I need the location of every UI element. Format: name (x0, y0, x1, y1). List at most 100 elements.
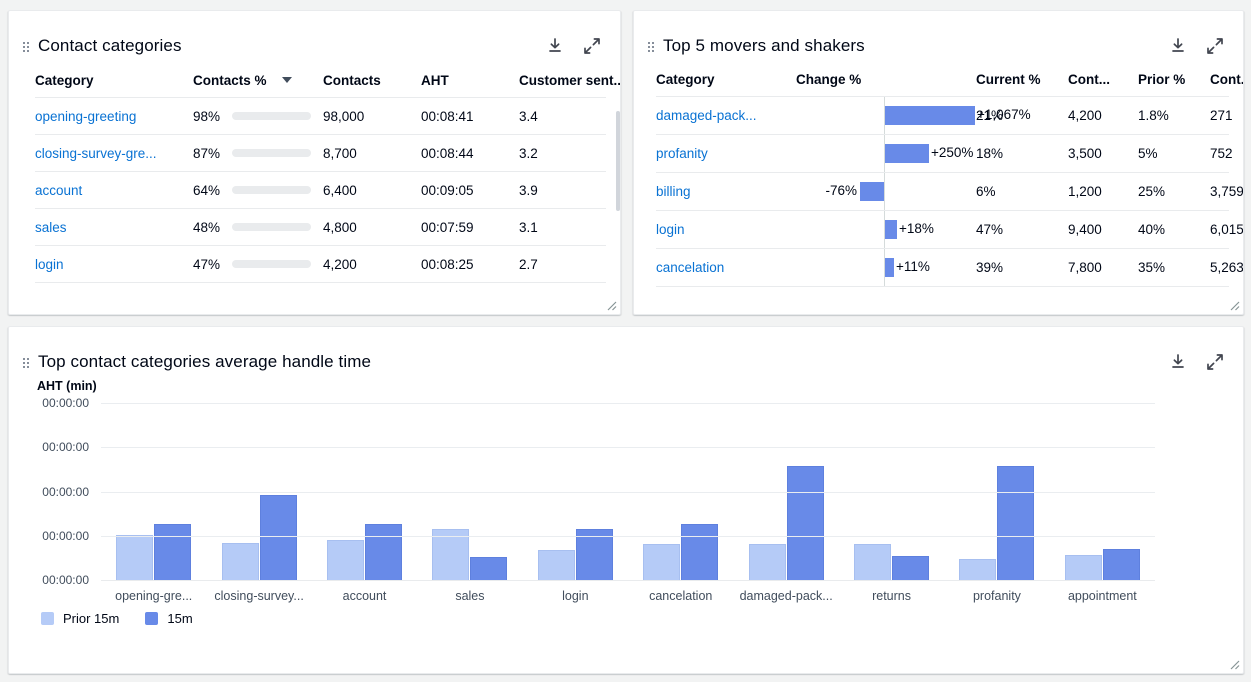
page-title: Top contact categories average handle ti… (38, 352, 371, 372)
cell-prior-pct: 5% (1138, 135, 1210, 173)
category-link[interactable]: damaged-pack... (656, 108, 757, 123)
cell-category: sales (35, 209, 193, 246)
x-axis-tick-label: appointment (1050, 589, 1155, 603)
category-link[interactable]: account (35, 183, 82, 198)
category-link[interactable]: login (35, 257, 64, 272)
contacts-pct-bar (232, 260, 311, 268)
x-axis-tick-label: account (312, 589, 417, 603)
category-link[interactable]: billing (656, 184, 691, 199)
column-header-customer-sentiment[interactable]: Customer sent... (519, 63, 606, 98)
contacts-pct-bar (232, 223, 311, 231)
column-header-contacts[interactable]: Contacts (323, 63, 421, 98)
cell-category: opening-greeting (35, 98, 193, 135)
column-header-category[interactable]: Category (35, 63, 193, 98)
chart-bar[interactable] (260, 495, 297, 581)
contact-categories-table-wrap: Category Contacts % Contacts AHT Custome… (9, 63, 620, 283)
change-bar (885, 106, 975, 125)
chart-bar[interactable] (1103, 549, 1140, 581)
category-link[interactable]: closing-survey-gre... (35, 146, 157, 161)
expand-icon[interactable] (1205, 36, 1225, 56)
legend-label: Prior 15m (63, 611, 119, 626)
chart-bar[interactable] (222, 543, 259, 581)
expand-icon[interactable] (1205, 352, 1225, 372)
panel-header: Contact categories (9, 11, 620, 63)
contacts-pct-value: 47% (193, 257, 223, 272)
sort-descending-icon[interactable] (282, 72, 292, 87)
x-axis-tick-labels: opening-gre...closing-survey...accountsa… (101, 589, 1155, 603)
panel-contact-categories: Contact categories (8, 10, 621, 315)
column-header-contacts-pct[interactable]: Contacts % (193, 63, 323, 98)
category-link[interactable]: sales (35, 220, 67, 235)
download-icon[interactable] (545, 36, 565, 56)
drag-handle-icon[interactable] (23, 358, 29, 368)
cell-prior-pct: 40% (1138, 211, 1210, 249)
download-icon[interactable] (1168, 352, 1188, 372)
category-link[interactable]: login (656, 222, 685, 237)
chart-bar[interactable] (681, 524, 718, 581)
drag-handle-icon[interactable] (648, 42, 654, 52)
chart-bar[interactable] (787, 466, 824, 581)
y-axis-tick-label: 00:00:00 (42, 573, 89, 587)
category-link[interactable]: profanity (656, 146, 708, 161)
legend-swatch (41, 612, 54, 625)
category-link[interactable]: cancelation (656, 260, 724, 275)
panel-header-actions (545, 36, 602, 56)
chart-bar[interactable] (116, 535, 153, 581)
panel-resize-grip[interactable] (603, 297, 617, 311)
cell-prior-pct: 25% (1138, 173, 1210, 211)
category-link[interactable]: opening-greeting (35, 109, 136, 124)
cell-category: login (656, 211, 796, 249)
panel-resize-grip[interactable] (1226, 297, 1240, 311)
page-title: Contact categories (38, 36, 182, 56)
chart-bar[interactable] (959, 559, 996, 581)
aht-chart: AHT (min) 00:00:0000:00:0000:00:0000:00:… (9, 379, 1243, 626)
gridline (101, 492, 1155, 493)
cell-contacts: 98,000 (323, 98, 421, 135)
chart-bar[interactable] (749, 544, 786, 581)
table-scrollbar[interactable] (616, 111, 620, 211)
column-header-contacts-current[interactable]: Cont... (1068, 63, 1138, 97)
x-axis-tick-label: cancelation (628, 589, 733, 603)
cell-category: login (35, 246, 193, 283)
cell-aht: 00:08:25 (421, 246, 519, 283)
chart-legend: Prior 15m 15m (41, 611, 1225, 626)
chart-bar[interactable] (538, 550, 575, 581)
chart-bar[interactable] (1065, 555, 1102, 581)
y-axis-title: AHT (min) (37, 379, 1225, 393)
cell-contacts: 4,200 (323, 246, 421, 283)
table-row: account64%6,40000:09:053.9 (35, 172, 606, 209)
column-header-current-pct[interactable]: Current % (976, 63, 1068, 97)
chart-bar[interactable] (365, 524, 402, 581)
change-value: +11% (896, 259, 930, 274)
legend-item[interactable]: 15m (145, 611, 192, 626)
cell-contacts-current: 4,200 (1068, 97, 1138, 135)
cell-customer-sentiment: 3.4 (519, 98, 606, 135)
cell-contacts: 4,800 (323, 209, 421, 246)
download-icon[interactable] (1168, 36, 1188, 56)
chart-bar[interactable] (643, 544, 680, 581)
table-header-row: Category Contacts % Contacts AHT Custome… (35, 63, 606, 98)
dashboard-board: Contact categories (0, 0, 1251, 682)
cell-contacts: 6,400 (323, 172, 421, 209)
column-header-contacts-prior[interactable]: Cont... (1210, 63, 1229, 97)
column-header-aht[interactable]: AHT (421, 63, 519, 98)
y-axis-tick-label: 00:00:00 (42, 485, 89, 499)
expand-icon[interactable] (582, 36, 602, 56)
chart-bar[interactable] (470, 557, 507, 581)
column-header-category[interactable]: Category (656, 63, 796, 97)
chart-bar[interactable] (154, 524, 191, 581)
chart-bar[interactable] (327, 540, 364, 581)
chart-bar[interactable] (892, 556, 929, 581)
column-header-change-pct[interactable]: Change % (796, 63, 976, 97)
panel-resize-grip[interactable] (1226, 656, 1240, 670)
contacts-pct-value: 64% (193, 183, 223, 198)
cell-contacts-prior: 752 (1210, 135, 1229, 173)
legend-item[interactable]: Prior 15m (41, 611, 119, 626)
gridline (101, 536, 1155, 537)
chart-bar[interactable] (854, 544, 891, 581)
drag-handle-icon[interactable] (23, 42, 29, 52)
chart-bar[interactable] (997, 466, 1034, 581)
cell-current-pct: 47% (976, 211, 1068, 249)
column-header-prior-pct[interactable]: Prior % (1138, 63, 1210, 97)
cell-contacts: 8,700 (323, 135, 421, 172)
